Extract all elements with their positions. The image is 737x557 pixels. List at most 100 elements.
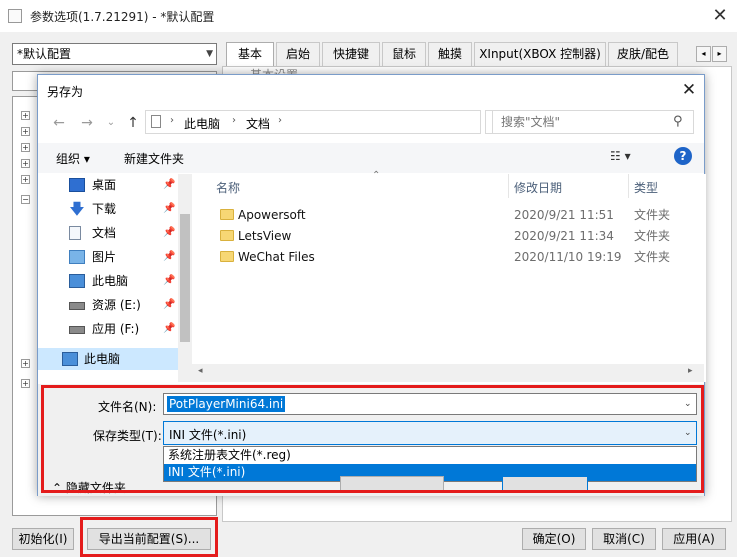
navigation-pane: 桌面 📌 🡇 下载 📌 文档 📌 图片 📌 此电脑 📌 资源 (E:) 📌 应用…	[38, 174, 192, 382]
preferences-tabs: 基本 启始 快捷键 鼠标 触摸 XInput(XBOX 控制器) 皮肤/配色 ◂…	[222, 42, 732, 67]
pin-icon[interactable]: 📌	[163, 198, 175, 220]
tree-expand-icon[interactable]: +	[21, 379, 30, 388]
nav-item-pictures[interactable]: 图片 📌	[38, 246, 178, 268]
tab-startup[interactable]: 启始	[276, 42, 320, 66]
forward-arrow-icon[interactable]: →	[76, 112, 98, 134]
file-type: 文件夹	[634, 208, 671, 222]
cancel-button[interactable]: 取消(C)	[592, 528, 656, 550]
search-box[interactable]: ⚲	[492, 110, 694, 134]
nav-item-label: 应用 (F:)	[92, 322, 140, 336]
pictures-icon	[69, 250, 85, 264]
scroll-left-icon[interactable]: ◂	[198, 366, 203, 376]
tab-mouse[interactable]: 鼠标	[382, 42, 426, 66]
pin-icon[interactable]: 📌	[163, 222, 175, 244]
new-folder-button[interactable]: 新建文件夹	[124, 150, 184, 167]
file-date: 2020/11/10 19:19	[514, 250, 622, 264]
nav-item-drive-f[interactable]: 应用 (F:) 📌	[38, 318, 178, 340]
file-row[interactable]: Apowersoft 2020/9/21 11:51 文件夹	[212, 205, 692, 226]
nav-item-this-pc-selected[interactable]: 此电脑	[38, 348, 178, 370]
config-profile-value: *默认配置	[17, 47, 72, 61]
tree-collapse-icon[interactable]: −	[21, 195, 30, 204]
tab-scroll-left-icon[interactable]: ◂	[696, 46, 711, 62]
pin-icon[interactable]: 📌	[163, 174, 175, 196]
tree-expand-icon[interactable]: +	[21, 175, 30, 184]
nav-scrollbar-thumb[interactable]	[180, 214, 190, 342]
nav-item-label: 桌面	[92, 178, 117, 192]
breadcrumb-separator-icon: ›	[278, 115, 282, 126]
column-name-header[interactable]: 名称	[216, 179, 240, 196]
file-date: 2020/9/21 11:34	[514, 229, 614, 243]
file-type: 文件夹	[634, 250, 671, 264]
preferences-title: 参数选项(1.7.21291) - *默认配置	[30, 10, 215, 24]
view-options-icon[interactable]: ☷ ▾	[610, 149, 631, 163]
init-button[interactable]: 初始化(I)	[12, 528, 74, 550]
file-row[interactable]: WeChat Files 2020/11/10 19:19 文件夹	[212, 247, 692, 268]
dialog-close-icon[interactable]: ✕	[672, 75, 706, 105]
history-chevron-icon[interactable]: ⌄	[100, 112, 122, 134]
app-icon	[8, 9, 22, 23]
config-profile-select[interactable]: *默认配置 ▼	[12, 43, 217, 65]
ok-button[interactable]: 确定(O)	[522, 528, 586, 550]
back-arrow-icon[interactable]: ←	[48, 112, 70, 134]
file-list: 名称 ⌃ 修改日期 类型 Apowersoft 2020/9/21 11:51 …	[192, 170, 706, 382]
column-type-header[interactable]: 类型	[634, 179, 658, 196]
tree-expand-icon[interactable]: +	[21, 111, 30, 120]
nav-item-label: 图片	[92, 250, 117, 264]
organize-button[interactable]: 组织 ▾	[56, 150, 90, 167]
preferences-titlebar: 参数选项(1.7.21291) - *默认配置 ✕	[0, 0, 737, 32]
document-location-icon	[151, 115, 161, 128]
apply-button[interactable]: 应用(A)	[662, 528, 726, 550]
pin-icon[interactable]: 📌	[163, 318, 175, 340]
nav-item-desktop[interactable]: 桌面 📌	[38, 174, 178, 196]
up-arrow-icon[interactable]: ↑	[122, 112, 144, 134]
folder-icon	[220, 251, 234, 262]
column-date-header[interactable]: 修改日期	[514, 179, 562, 196]
column-separator	[628, 174, 629, 198]
drive-icon	[69, 302, 85, 310]
tab-scroll-right-icon[interactable]: ▸	[712, 46, 727, 62]
folder-icon	[220, 209, 234, 220]
breadcrumb-separator-icon: ›	[232, 115, 236, 126]
chevron-down-icon: ▼	[206, 49, 213, 59]
computer-icon	[62, 352, 78, 366]
tab-hotkeys[interactable]: 快捷键	[322, 42, 380, 66]
preferences-close-icon[interactable]: ✕	[703, 2, 737, 30]
download-icon: 🡇	[69, 200, 85, 218]
nav-item-documents[interactable]: 文档 📌	[38, 222, 178, 244]
breadcrumb-this-pc[interactable]: 此电脑	[184, 115, 220, 132]
nav-item-downloads[interactable]: 🡇 下载 📌	[38, 198, 178, 220]
nav-scrollbar[interactable]	[178, 174, 192, 382]
address-bar[interactable]: › 此电脑 › 文档 › ⌄	[145, 110, 564, 134]
nav-item-label: 资源 (E:)	[92, 298, 141, 312]
tab-xinput[interactable]: XInput(XBOX 控制器)	[474, 42, 606, 66]
tab-skin[interactable]: 皮肤/配色	[608, 42, 678, 66]
scroll-right-icon[interactable]: ▸	[688, 366, 693, 376]
file-name: LetsView	[238, 229, 292, 243]
pin-icon[interactable]: 📌	[163, 270, 175, 292]
nav-item-drive-e[interactable]: 资源 (E:) 📌	[38, 294, 178, 316]
breadcrumb-separator-icon: ›	[170, 115, 174, 126]
nav-item-label: 此电脑	[84, 352, 121, 366]
dialog-title: 另存为	[47, 85, 84, 99]
nav-item-label: 文档	[92, 226, 117, 240]
pin-icon[interactable]: 📌	[163, 294, 175, 316]
export-highlight-box	[80, 517, 218, 557]
tab-touch[interactable]: 触摸	[428, 42, 472, 66]
tab-basic[interactable]: 基本	[226, 42, 274, 67]
desktop-icon	[69, 178, 85, 192]
file-row[interactable]: LetsView 2020/9/21 11:34 文件夹	[212, 226, 692, 247]
help-icon[interactable]: ?	[674, 147, 692, 165]
file-list-scrollbar[interactable]: ◂ ▸	[192, 364, 704, 382]
file-name: WeChat Files	[238, 250, 315, 264]
tree-expand-icon[interactable]: +	[21, 359, 30, 368]
breadcrumb-documents[interactable]: 文档	[246, 115, 270, 132]
tree-expand-icon[interactable]: +	[21, 159, 30, 168]
search-input[interactable]	[493, 111, 669, 133]
tree-expand-icon[interactable]: +	[21, 127, 30, 136]
search-icon[interactable]: ⚲	[673, 114, 683, 129]
sort-chevron-icon: ⌃	[372, 170, 381, 181]
pin-icon[interactable]: 📌	[163, 246, 175, 268]
nav-item-this-pc[interactable]: 此电脑 📌	[38, 270, 178, 292]
nav-item-label: 下载	[92, 202, 117, 216]
tree-expand-icon[interactable]: +	[21, 143, 30, 152]
